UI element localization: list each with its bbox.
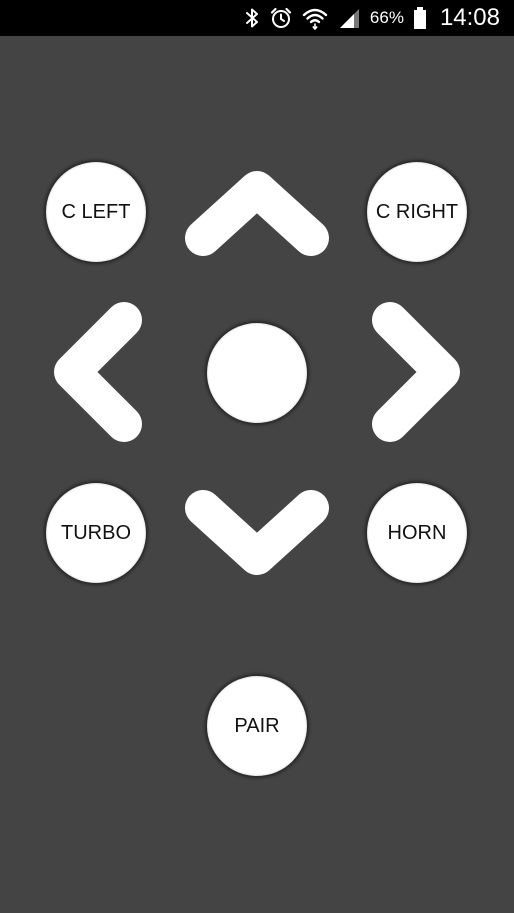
bluetooth-icon (244, 6, 260, 30)
status-icons: 66% 14:08 (244, 0, 500, 36)
chevron-right-icon (372, 302, 460, 442)
turbo-button[interactable]: TURBO (46, 483, 146, 583)
arrow-left-button[interactable] (42, 292, 152, 452)
horn-button[interactable]: HORN (367, 483, 467, 583)
clock: 14:08 (439, 4, 500, 31)
alarm-icon (269, 6, 293, 30)
arrow-up-button[interactable] (176, 160, 336, 270)
wifi-icon (302, 6, 328, 30)
c-right-button[interactable]: C RIGHT (367, 162, 467, 262)
arrow-down-button[interactable] (176, 478, 336, 588)
cellular-signal-icon (337, 6, 361, 30)
chevron-left-icon (54, 302, 142, 442)
arrow-right-button[interactable] (362, 292, 472, 452)
chevron-up-icon (185, 171, 329, 256)
battery-percent: 66% (369, 8, 404, 27)
pair-button[interactable]: PAIR (207, 676, 307, 776)
chevron-down-icon (185, 490, 329, 575)
status-bar: 66% 14:08 (0, 0, 514, 36)
battery-icon (413, 6, 427, 30)
c-left-button[interactable]: C LEFT (46, 162, 146, 262)
center-button[interactable] (207, 323, 307, 423)
